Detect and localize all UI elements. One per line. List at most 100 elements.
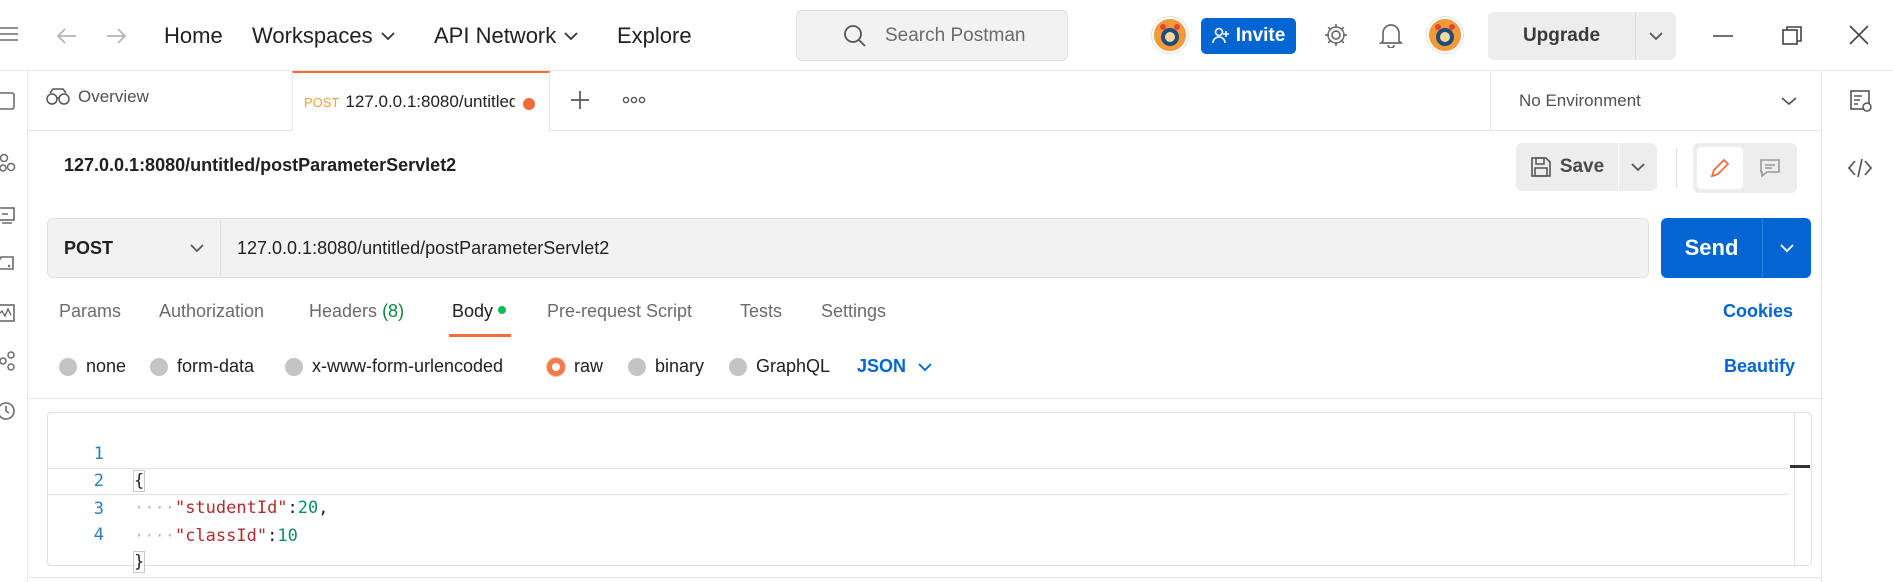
forward-arrow-icon[interactable] [101, 22, 131, 50]
tab-params[interactable]: Params [59, 301, 121, 322]
tab-tests[interactable]: Tests [740, 301, 782, 322]
body-type-binary[interactable]: binary [628, 356, 704, 377]
upgrade-button[interactable]: Upgrade [1488, 12, 1676, 60]
code-icon[interactable] [1847, 157, 1873, 179]
edit-pencil-icon[interactable] [1697, 147, 1743, 189]
divider [28, 398, 1821, 399]
tab-settings[interactable]: Settings [821, 301, 886, 322]
save-label: Save [1559, 156, 1605, 177]
raw-format-label: JSON [857, 356, 907, 376]
menu-icon[interactable] [0, 26, 22, 44]
invite-label: Invite [1235, 25, 1286, 46]
minimize-icon[interactable] [1712, 26, 1734, 46]
nav-explore[interactable]: Explore [617, 20, 692, 52]
send-button-group: Send [1661, 218, 1811, 278]
restore-icon[interactable] [1781, 25, 1803, 47]
editor-line: 2 ····"studentId":20, [48, 441, 1788, 518]
chevron-down-icon [1781, 97, 1797, 106]
tab-authorization[interactable]: Authorization [159, 301, 264, 322]
nav-home-label: Home [164, 23, 223, 48]
body-type-graphql-label: GraphQL [756, 356, 831, 376]
nav-home[interactable]: Home [164, 20, 223, 52]
environment-label: No Environment [1519, 91, 1641, 110]
editor-line: 4 } [48, 495, 1788, 573]
mock-servers-icon[interactable] [0, 253, 18, 273]
upgrade-chevron-down-icon[interactable] [1636, 12, 1676, 60]
editor-line: 1 { [48, 414, 1788, 492]
tab-overview[interactable]: Overview [46, 87, 149, 107]
radio-binary[interactable] [628, 357, 646, 376]
monitors-icon[interactable] [0, 303, 18, 323]
tab-url-label: 127.0.0.1:8080/untitled/postParameterSer… [345, 92, 515, 111]
environments-icon[interactable] [0, 205, 18, 225]
send-options-chevron-down-icon[interactable] [1763, 218, 1811, 278]
line-number: 4 [93, 525, 104, 545]
user-avatar[interactable] [1427, 17, 1463, 53]
tab-headers[interactable]: Headers (8) [309, 301, 404, 322]
save-icon [1531, 157, 1551, 177]
nav-api-network[interactable]: API Network [434, 20, 578, 52]
body-type-binary-label: binary [655, 356, 705, 376]
radio-urlencoded[interactable] [285, 357, 303, 376]
bell-icon[interactable] [1379, 22, 1403, 48]
flows-icon[interactable] [0, 351, 18, 371]
json-value: 10 [277, 526, 298, 546]
beautify-link[interactable]: Beautify [1724, 356, 1795, 377]
line-code: ····"classId":10 [134, 523, 298, 550]
team-avatar[interactable] [1152, 17, 1188, 53]
body-type-none[interactable]: none [59, 356, 126, 377]
apis-icon[interactable] [0, 153, 18, 173]
tab-body-label: Body [452, 301, 494, 321]
collections-icon[interactable] [0, 91, 18, 111]
radio-form-data[interactable] [150, 357, 168, 376]
comments-icon[interactable] [1747, 147, 1793, 189]
gear-icon[interactable] [1323, 22, 1349, 48]
nav-workspaces[interactable]: Workspaces [252, 20, 395, 52]
close-icon[interactable] [1848, 24, 1870, 46]
environment-quick-look-icon[interactable] [1849, 89, 1873, 113]
editor-scrollbar-track[interactable] [1794, 413, 1795, 565]
history-icon[interactable] [0, 401, 18, 421]
raw-format-select[interactable]: JSON [857, 356, 932, 377]
method-select[interactable]: POST [48, 219, 221, 277]
editor-scroll-thumb[interactable] [1790, 465, 1810, 468]
top-bar: Home Workspaces API Network Explore Sear… [0, 0, 1893, 71]
invite-button[interactable]: Invite [1201, 18, 1296, 54]
add-user-icon [1211, 27, 1229, 44]
body-editor[interactable]: 1 { 2 ····"studentId":20, 3 ····"classId… [47, 412, 1812, 573]
body-type-none-label: none [86, 356, 127, 376]
environment-selector[interactable]: No Environment [1490, 71, 1821, 131]
send-button[interactable]: Send [1661, 218, 1763, 278]
search-input[interactable]: Search Postman [796, 10, 1068, 61]
save-options-chevron-down-icon[interactable] [1619, 143, 1657, 191]
body-type-form-data[interactable]: form-data [150, 356, 254, 377]
tab-pre-request-script[interactable]: Pre-request Script [547, 301, 692, 322]
tab-body[interactable]: Body [452, 301, 507, 322]
upgrade-label: Upgrade [1488, 12, 1636, 60]
save-group: Save [1516, 143, 1657, 191]
json-brace-close: } [132, 551, 146, 573]
radio-raw[interactable] [547, 357, 565, 376]
method-label: POST [64, 237, 114, 258]
mode-toggle [1693, 143, 1797, 193]
left-sidebar [0, 71, 28, 582]
back-arrow-icon[interactable] [52, 22, 82, 50]
more-tabs-icon[interactable] [622, 96, 646, 104]
chevron-down-icon [564, 32, 578, 41]
save-button[interactable]: Save [1516, 143, 1618, 191]
new-tab-plus-icon[interactable] [569, 89, 591, 111]
chevron-down-icon [190, 244, 204, 253]
radio-none[interactable] [59, 357, 77, 376]
nav-explore-label: Explore [617, 23, 692, 48]
cookies-link[interactable]: Cookies [1723, 301, 1793, 322]
body-type-raw[interactable]: raw [547, 356, 603, 377]
body-type-graphql[interactable]: GraphQL [729, 356, 830, 377]
tab-headers-label: Headers [309, 301, 378, 321]
nav-workspaces-label: Workspaces [252, 23, 373, 48]
radio-graphql[interactable] [729, 357, 747, 376]
url-input[interactable]: 127.0.0.1:8080/untitled/postParameterSer… [221, 219, 1648, 277]
body-type-urlencoded[interactable]: x-www-form-urlencoded [285, 356, 503, 377]
search-placeholder: Search Postman [885, 24, 1026, 46]
tab-request-active[interactable]: POST 127.0.0.1:8080/untitled/postParamet… [292, 71, 550, 131]
request-name[interactable]: 127.0.0.1:8080/untitled/postParameterSer… [64, 155, 456, 176]
